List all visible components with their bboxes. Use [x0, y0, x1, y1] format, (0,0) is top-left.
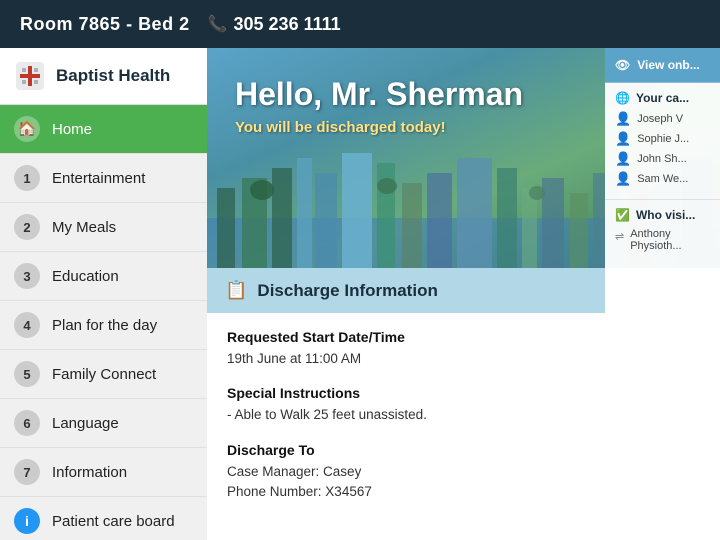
content-area: Hello, Mr. Sherman You will be discharge… — [207, 48, 720, 540]
baptist-health-logo-icon — [14, 60, 46, 92]
discharge-datetime-text: 19th June at 11:00 AM — [227, 349, 585, 369]
visitor-1-info: Anthony Physioth... — [630, 228, 681, 252]
nav-number-6: 6 — [14, 410, 40, 436]
room-number: Room 7865 — [20, 14, 121, 34]
care-person-3-icon: 👤 — [615, 151, 631, 167]
sidebar-item-plan-for-the-day-label: Plan for the day — [52, 317, 157, 334]
main-layout: Baptist Health 🏠 Home 1 Entertainment 2 … — [0, 48, 720, 540]
info-icon: i — [14, 508, 40, 534]
phone-icon: 📞 — [208, 14, 228, 34]
top-bar: Room 7865 - Bed 2 📞 305 236 1111 — [0, 0, 720, 48]
sidebar-item-my-meals[interactable]: 2 My Meals — [0, 203, 207, 252]
home-icon: 🏠 — [14, 116, 40, 142]
sidebar: Baptist Health 🏠 Home 1 Entertainment 2 … — [0, 48, 207, 540]
sidebar-item-entertainment[interactable]: 1 Entertainment — [0, 154, 207, 203]
care-person-1-icon: 👤 — [615, 111, 631, 127]
care-person-4: 👤 Sam We... — [615, 171, 710, 187]
who-visited-icon: ✅ — [615, 208, 630, 222]
right-panel: 👁 View onb... 🌐 Your ca... 👤 Joseph V 👤 … — [605, 48, 720, 540]
discharge-section-instructions: Special Instructions - Able to Walk 25 f… — [227, 385, 585, 425]
room-separator: - — [126, 14, 138, 34]
nav-number-3: 3 — [14, 263, 40, 289]
discharge-section-datetime: Requested Start Date/Time 19th June at 1… — [227, 329, 585, 369]
care-person-2-icon: 👤 — [615, 131, 631, 147]
nav-number-2: 2 — [14, 214, 40, 240]
visitor-1-role: Physioth... — [630, 240, 681, 252]
nav-number-1: 1 — [14, 165, 40, 191]
nav-number-7: 7 — [14, 459, 40, 485]
care-person-3-name: John Sh... — [637, 153, 687, 165]
sidebar-item-home-label: Home — [52, 121, 92, 138]
sidebar-item-patient-care-board[interactable]: i Patient care board — [0, 497, 207, 540]
sidebar-item-home[interactable]: 🏠 Home — [0, 105, 207, 154]
phone-number: 305 236 1111 — [234, 14, 341, 35]
view-onboarding-label: View onb... — [637, 58, 699, 72]
view-onboarding-button[interactable]: 👁 View onb... — [605, 48, 720, 83]
sidebar-item-language[interactable]: 6 Language — [0, 399, 207, 448]
logo-text: Baptist Health — [56, 66, 170, 86]
visitor-1-name: Anthony — [630, 228, 681, 240]
discharge-to-title: Discharge To — [227, 442, 585, 458]
care-person-4-icon: 👤 — [615, 171, 631, 187]
care-person-3: 👤 John Sh... — [615, 151, 710, 167]
discharge-section-discharge-to: Discharge To Case Manager: CaseyPhone Nu… — [227, 442, 585, 503]
who-visited-title: ✅ Who visi... — [615, 208, 710, 222]
care-person-4-name: Sam We... — [637, 173, 688, 185]
nav-number-5: 5 — [14, 361, 40, 387]
hero-subtext: You will be discharged today! — [235, 119, 523, 136]
sidebar-item-family-connect[interactable]: 5 Family Connect — [0, 350, 207, 399]
discharge-icon: 📋 — [225, 280, 247, 301]
bed-number: Bed 2 — [138, 14, 190, 34]
sidebar-item-family-connect-label: Family Connect — [52, 366, 156, 383]
nav-number-4: 4 — [14, 312, 40, 338]
visitor-1-icon: ⇌ — [615, 230, 624, 243]
sidebar-item-plan-for-the-day[interactable]: 4 Plan for the day — [0, 301, 207, 350]
discharge-body: Requested Start Date/Time 19th June at 1… — [207, 313, 605, 534]
sidebar-nav: 🏠 Home 1 Entertainment 2 My Meals 3 Educ… — [0, 105, 207, 540]
sidebar-item-language-label: Language — [52, 415, 119, 432]
who-visited-section: ✅ Who visi... ⇌ Anthony Physioth... — [605, 200, 720, 260]
discharge-to-text: Case Manager: CaseyPhone Number: X34567 — [227, 462, 585, 503]
hero-text: Hello, Mr. Sherman You will be discharge… — [207, 48, 551, 164]
care-person-1: 👤 Joseph V — [615, 111, 710, 127]
sidebar-item-entertainment-label: Entertainment — [52, 170, 145, 187]
care-person-2-name: Sophie J... — [637, 133, 689, 145]
sidebar-item-my-meals-label: My Meals — [52, 219, 116, 236]
sidebar-item-patient-care-board-label: Patient care board — [52, 513, 175, 530]
view-onboarding-icon: 👁 — [615, 58, 630, 72]
discharge-datetime-title: Requested Start Date/Time — [227, 329, 585, 345]
discharge-instructions-text: - Able to Walk 25 feet unassisted. — [227, 405, 585, 425]
sidebar-item-information[interactable]: 7 Information — [0, 448, 207, 497]
care-person-1-name: Joseph V — [637, 113, 683, 125]
care-person-2: 👤 Sophie J... — [615, 131, 710, 147]
hero-greeting: Hello, Mr. Sherman — [235, 76, 523, 113]
your-care-icon: 🌐 — [615, 91, 630, 105]
sidebar-item-information-label: Information — [52, 464, 127, 481]
your-care-title: 🌐 Your ca... — [615, 91, 710, 105]
sidebar-item-education[interactable]: 3 Education — [0, 252, 207, 301]
discharge-header: 📋 Discharge Information — [207, 268, 605, 313]
sidebar-item-education-label: Education — [52, 268, 119, 285]
discharge-instructions-title: Special Instructions — [227, 385, 585, 401]
room-info: Room 7865 - Bed 2 — [20, 14, 190, 35]
visitor-1: ⇌ Anthony Physioth... — [615, 228, 710, 252]
discharge-header-title: Discharge Information — [257, 281, 437, 301]
sidebar-logo: Baptist Health — [0, 48, 207, 105]
your-care-section: 🌐 Your ca... 👤 Joseph V 👤 Sophie J... 👤 … — [605, 83, 720, 200]
